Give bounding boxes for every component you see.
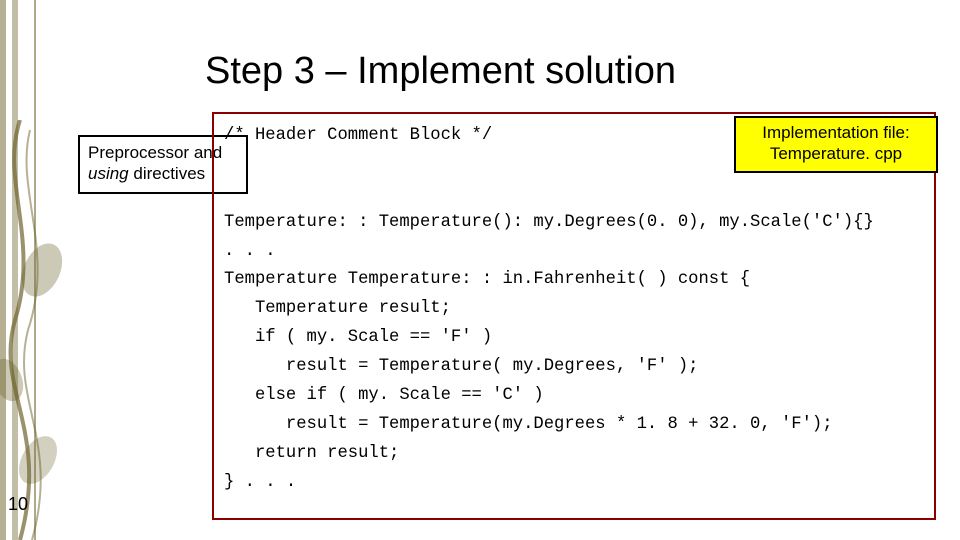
preprocessor-line2-italic: using	[88, 164, 129, 183]
implementation-file-label: Implementation file: Temperature. cpp	[734, 116, 938, 173]
page-number: 10	[8, 494, 28, 515]
preprocessor-line1: Preprocessor and	[88, 143, 222, 162]
slide-title: Step 3 – Implement solution	[205, 50, 676, 93]
slide: Step 3 – Implement solution Preprocessor…	[0, 0, 960, 540]
file-label-line1: Implementation file:	[762, 123, 909, 142]
file-label-line2: Temperature. cpp	[770, 144, 902, 163]
code-block: /* Header Comment Block */ Temperature: …	[212, 112, 936, 520]
preprocessor-line2-rest: directives	[129, 164, 206, 183]
